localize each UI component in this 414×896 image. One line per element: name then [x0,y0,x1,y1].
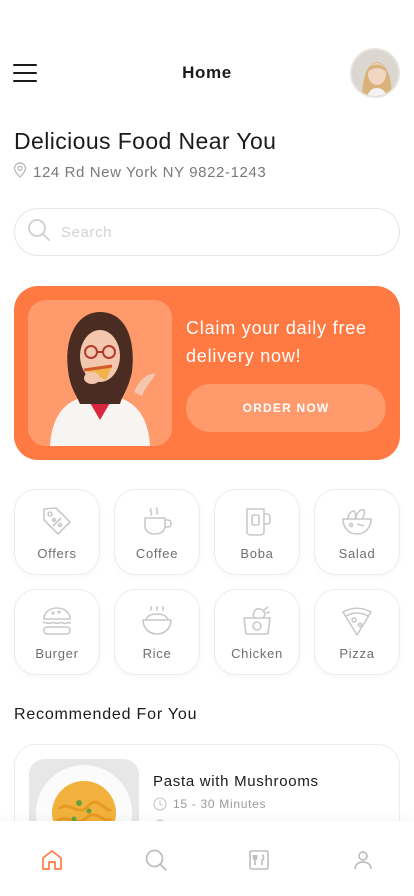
category-label: Chicken [231,646,283,661]
menu-book-icon [249,850,269,870]
home-icon [42,850,62,870]
dish-time-text: 15 - 30 Minutes [173,797,267,811]
burger-icon [42,607,72,635]
rice-bowl-icon [142,606,172,635]
search-input[interactable] [61,223,361,241]
salad-bowl-icon [342,509,372,535]
tab-search[interactable] [143,847,169,873]
tab-home[interactable] [39,847,65,873]
discount-tag-icon [43,507,71,535]
section-title: Recommended For You [14,706,198,723]
user-icon [354,851,372,870]
category-label: Pizza [339,646,375,661]
promo-photo [28,300,172,446]
tab-menu[interactable] [246,847,272,873]
map-pin-icon [13,162,27,182]
category-coffee[interactable]: Coffee [114,489,200,575]
bottom-tab-bar [0,821,414,896]
delivery-location[interactable]: 124 Rd New York NY 9822-1243 [13,162,266,182]
clock-icon [153,797,167,811]
category-grid: Offers Coffee Boba Salad Burger Rice Chi… [14,489,400,675]
category-offers[interactable]: Offers [14,489,100,575]
category-label: Salad [338,546,376,561]
category-label: Coffee [135,546,179,561]
promo-text: Claim your daily free delivery now! [186,318,367,366]
category-label: Rice [142,646,172,661]
dish-time: 15 - 30 Minutes [153,797,266,811]
category-salad[interactable]: Salad [314,489,400,575]
category-label: Offers [37,546,77,561]
page-headline: Delicious Food Near You [14,128,277,154]
category-pizza[interactable]: Pizza [314,589,400,675]
search-icon [27,218,51,247]
category-boba[interactable]: Boba [214,489,300,575]
order-now-button[interactable]: ORDER NOW [186,384,386,432]
category-label: Burger [35,646,79,661]
category-burger[interactable]: Burger [14,589,100,675]
category-chicken[interactable]: Chicken [214,589,300,675]
dish-name: Pasta with Mushrooms [153,773,319,790]
profile-avatar[interactable] [350,48,400,98]
search-icon [145,849,167,871]
promo-banner[interactable]: Claim your daily free delivery now! ORDE… [14,286,400,460]
tab-profile[interactable] [350,847,376,873]
category-label: Boba [240,546,274,561]
coffee-cup-icon [144,507,172,535]
search-bar[interactable] [14,208,400,256]
boba-cup-icon [246,508,271,536]
location-text: 124 Rd New York NY 9822-1243 [33,163,267,181]
app-header: Home [0,48,414,98]
chicken-icon [243,606,271,635]
pizza-slice-icon [342,607,372,636]
category-rice[interactable]: Rice [114,589,200,675]
